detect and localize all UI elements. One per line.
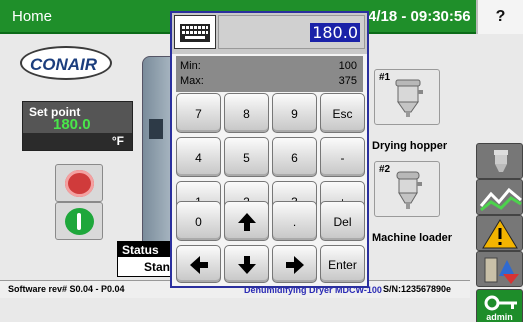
trends-button[interactable] xyxy=(476,179,523,215)
hopper-small-icon xyxy=(494,150,508,172)
alarms-button[interactable] xyxy=(476,215,523,251)
setpoint-unit-row: °F xyxy=(23,133,132,150)
admin-button[interactable]: admin xyxy=(476,289,523,322)
keypad-value: 180.0 xyxy=(310,23,360,42)
dryer-settings-icon xyxy=(484,257,519,284)
trend-chart-icon xyxy=(479,187,522,212)
machine-loader-button[interactable]: #2 xyxy=(374,161,440,217)
power-on-icon xyxy=(65,208,94,235)
key-down[interactable] xyxy=(224,245,269,283)
logo-text: CONAIR xyxy=(30,55,98,74)
software-revision: Software rev# S0.04 - P0.04 xyxy=(8,284,125,294)
keyboard-toggle-button[interactable] xyxy=(174,15,216,49)
arrow-right-icon xyxy=(286,256,304,274)
keypad-value-field[interactable]: 180.0 xyxy=(218,15,365,49)
status-box: Status Stand xyxy=(117,241,177,277)
numeric-keypad: 180.0 Min: 100 Max: 375 7 8 9 Esc 4 5 6 … xyxy=(170,11,369,288)
key-esc[interactable]: Esc xyxy=(320,93,365,133)
setpoint-value: 180.0 xyxy=(53,116,91,133)
machine-loader-label: Machine loader xyxy=(372,232,453,244)
drying-hopper-label: Drying hopper xyxy=(372,140,448,152)
key-0[interactable]: 0 xyxy=(176,201,221,241)
hopper-icon xyxy=(395,79,423,117)
arrow-left-icon xyxy=(190,256,208,274)
key-enter[interactable]: Enter xyxy=(320,245,365,283)
arrow-down-icon xyxy=(238,256,256,274)
key-6[interactable]: 6 xyxy=(272,137,317,177)
loader-number: #2 xyxy=(379,164,391,175)
warning-icon xyxy=(482,219,518,249)
key-5[interactable]: 5 xyxy=(224,137,269,177)
arrow-up-icon xyxy=(238,213,256,231)
admin-label: admin xyxy=(486,312,513,322)
key-9[interactable]: 9 xyxy=(272,93,317,133)
serial-number: S/N:123567890e xyxy=(383,284,452,294)
key-dot[interactable]: . xyxy=(272,201,317,241)
keypad-header: 180.0 xyxy=(172,13,367,54)
page-title: Home xyxy=(12,8,53,25)
setpoint-unit: °F xyxy=(111,134,124,148)
loader-icon xyxy=(396,171,422,209)
keyboard-icon xyxy=(180,24,210,42)
setpoint-button[interactable]: Set point 180.0 °F xyxy=(22,101,133,151)
min-label: Min: xyxy=(180,60,201,72)
key-8[interactable]: 8 xyxy=(224,93,269,133)
help-button[interactable]: ? xyxy=(476,0,523,34)
keypad-limits: Min: 100 Max: 375 xyxy=(176,56,363,92)
hopper-view-button[interactable] xyxy=(476,143,523,179)
key-del[interactable]: Del xyxy=(320,201,365,241)
key-minus[interactable]: - xyxy=(320,137,365,177)
settings-button[interactable] xyxy=(476,251,523,287)
status-header: Status xyxy=(118,242,173,257)
dryer-control-panel xyxy=(149,119,163,139)
drying-hopper-button[interactable]: #1 xyxy=(374,69,440,125)
start-button[interactable] xyxy=(55,202,103,240)
conair-logo: CONAIR xyxy=(20,46,112,80)
status-title: Status xyxy=(122,243,159,257)
key-4[interactable]: 4 xyxy=(176,137,221,177)
max-value: 375 xyxy=(338,75,357,87)
max-label: Max: xyxy=(180,75,204,87)
key-up[interactable] xyxy=(224,201,269,241)
hopper-number: #1 xyxy=(379,72,391,83)
min-value: 100 xyxy=(338,60,357,72)
key-left[interactable] xyxy=(176,245,221,283)
key-7[interactable]: 7 xyxy=(176,93,221,133)
key-right[interactable] xyxy=(272,245,317,283)
stop-button[interactable] xyxy=(55,164,103,202)
datetime-display: 4/18 - 09:30:56 xyxy=(368,8,471,25)
stop-icon xyxy=(65,170,94,197)
